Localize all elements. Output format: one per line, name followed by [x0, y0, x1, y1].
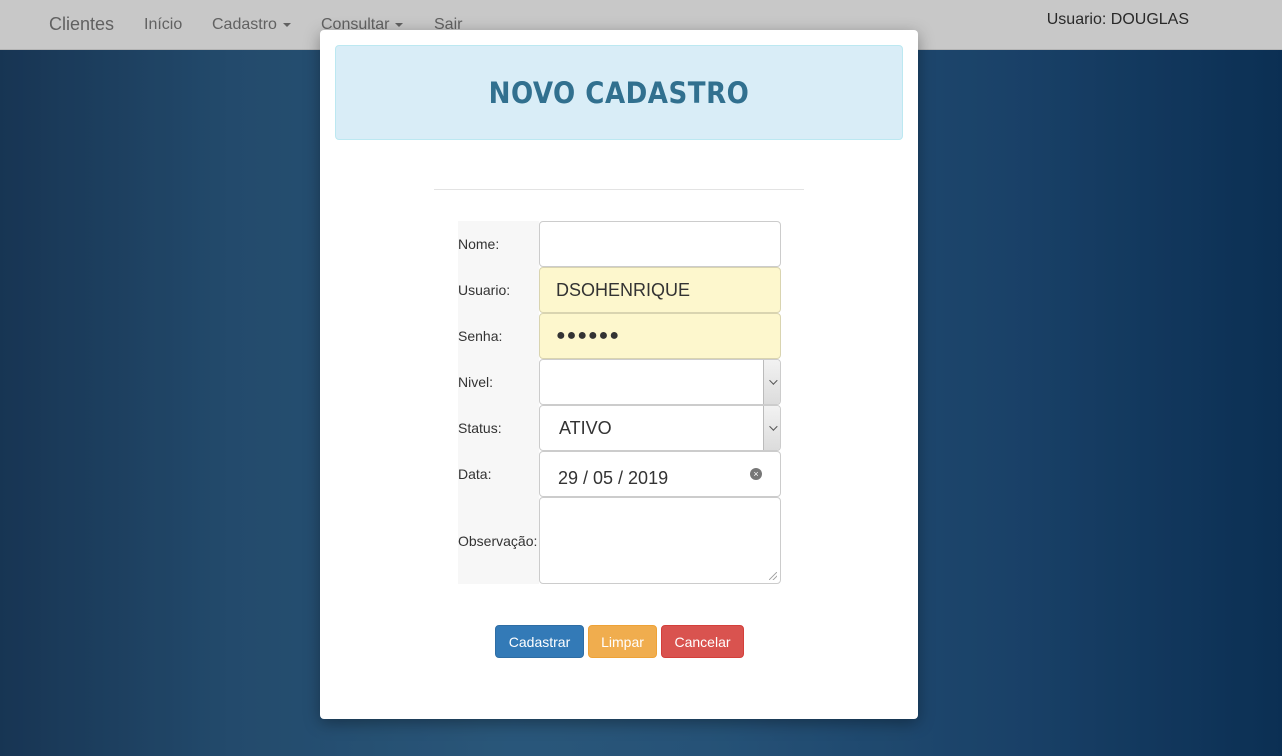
- usuario-input[interactable]: DSOHENRIQUE: [539, 267, 781, 313]
- divider: [434, 189, 804, 190]
- form-row-usuario: Usuario: DSOHENRIQUE: [458, 267, 781, 313]
- new-record-modal: NOVO CADASTRO Nome: Usuario: DSOHENRIQUE…: [320, 30, 918, 719]
- modal-title: NOVO CADASTRO: [488, 75, 750, 110]
- form-row-data: Data: 29 / 05 / 2019 ×: [458, 451, 781, 497]
- date-input[interactable]: 29 / 05 / 2019 ×: [539, 451, 781, 497]
- nivel-label: Nivel:: [458, 359, 539, 405]
- date-value: 29 / 05 / 2019: [558, 467, 669, 488]
- resize-grip-icon[interactable]: [769, 572, 777, 580]
- data-label: Data:: [458, 451, 539, 497]
- form-row-senha: Senha: ●●●●●●: [458, 313, 781, 359]
- status-label: Status:: [458, 405, 539, 451]
- cadastrar-button[interactable]: Cadastrar: [495, 625, 584, 658]
- cancelar-button[interactable]: Cancelar: [661, 625, 744, 658]
- form-row-nivel: Nivel:: [458, 359, 781, 405]
- chevron-down-icon[interactable]: [763, 360, 780, 404]
- form-row-observacao: Observação:: [458, 497, 781, 584]
- nivel-select[interactable]: [539, 359, 781, 405]
- chevron-down-icon[interactable]: [763, 406, 780, 450]
- limpar-button[interactable]: Limpar: [588, 625, 657, 658]
- clear-circle-icon[interactable]: ×: [750, 468, 762, 480]
- form-row-nome: Nome:: [458, 221, 781, 267]
- senha-label: Senha:: [458, 313, 539, 359]
- form-row-status: Status: ATIVO: [458, 405, 781, 451]
- senha-input[interactable]: ●●●●●●: [539, 313, 781, 359]
- modal-header: NOVO CADASTRO: [335, 45, 903, 140]
- nome-input[interactable]: [539, 221, 781, 267]
- status-select[interactable]: ATIVO: [539, 405, 781, 451]
- usuario-label: Usuario:: [458, 267, 539, 313]
- observacao-label: Observação:: [458, 497, 539, 584]
- status-select-value: ATIVO: [559, 417, 612, 438]
- form-buttons: Cadastrar Limpar Cancelar: [495, 625, 744, 658]
- observacao-textarea[interactable]: [539, 497, 781, 584]
- nome-label: Nome:: [458, 221, 539, 267]
